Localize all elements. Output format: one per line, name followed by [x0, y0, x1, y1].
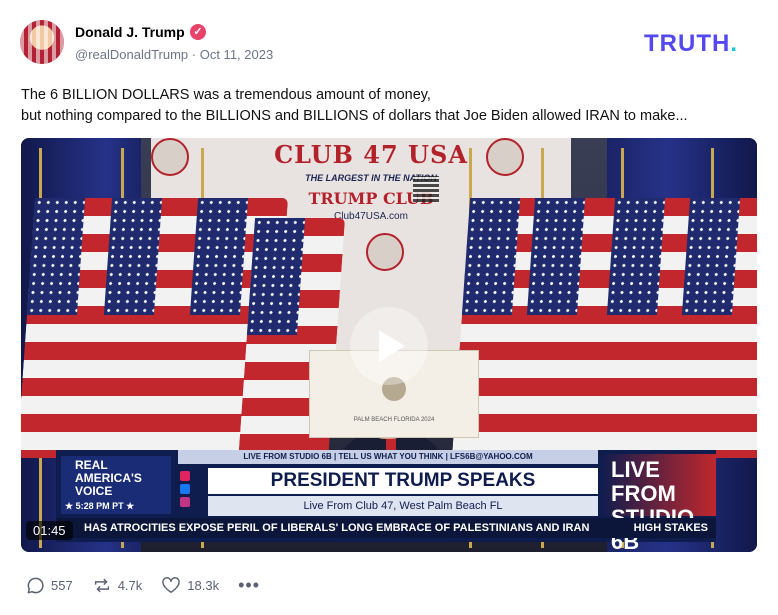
post-text: The 6 BILLION DOLLARS was a tremendous a… [21, 85, 688, 127]
post-text-line: The 6 BILLION DOLLARS was a tremendous a… [21, 87, 431, 103]
banner-subtitle: THE LARGEST IN THE NATION [305, 173, 437, 183]
american-flag [236, 218, 346, 478]
play-button[interactable] [350, 307, 428, 385]
truth-logo[interactable]: TRUTH. [644, 30, 738, 58]
post-actions: 557 4.7k 18.3k ••• [26, 575, 279, 595]
seal-image [151, 138, 189, 176]
social-icon [180, 471, 190, 481]
more-options-icon[interactable]: ••• [238, 576, 260, 594]
retruth-icon [94, 578, 109, 592]
studio-box: LIVE FROM STUDIO 6B [601, 454, 716, 552]
logo-text: TRUTH [644, 30, 731, 57]
chyron-headline: PRESIDENT TRUMP SPEAKS [208, 468, 598, 494]
ticker-tag: HIGH STAKES [633, 522, 708, 534]
instagram-icon [180, 497, 190, 507]
reply-button[interactable]: 557 [26, 576, 73, 595]
author-name[interactable]: Donald J. Trump [75, 24, 185, 40]
post-text-line: but nothing compared to the BILLIONS and… [21, 108, 688, 124]
qr-code-icon [413, 176, 439, 202]
author-handle[interactable]: @realDonaldTrump [75, 47, 188, 62]
podium-caption: PALM BEACH FLORIDA 2024 [353, 417, 435, 423]
news-chyron: REAL AMERICA'S VOICE ★ 5:28 PM PT ★ LIVE… [56, 450, 716, 552]
banner-title: CLUB 47 USA [274, 140, 468, 169]
verified-badge-icon: ✓ [190, 24, 206, 40]
like-button[interactable]: 18.3k [161, 576, 219, 594]
logo-dot: . [730, 30, 738, 57]
chyron-subline: Live From Club 47, West Palm Beach FL [208, 496, 598, 516]
post-date[interactable]: Oct 11, 2023 [200, 47, 273, 62]
retruth-count: 4.7k [117, 577, 143, 593]
heart-icon [162, 577, 181, 593]
meta-separator: · [188, 47, 200, 62]
network-box: REAL AMERICA'S VOICE ★ 5:28 PM PT ★ [61, 456, 171, 514]
video-duration: 01:45 [26, 521, 73, 540]
play-icon [379, 330, 405, 362]
avatar[interactable] [20, 20, 64, 64]
ticker-text: HAS ATROCITIES EXPOSE PERIL OF LIBERALS'… [84, 522, 590, 534]
like-count: 18.3k [187, 577, 220, 593]
chyron-top: LIVE FROM STUDIO 6B | TELL US WHAT YOU T… [178, 450, 598, 464]
social-icons [180, 468, 208, 516]
retruth-button[interactable]: 4.7k [92, 576, 143, 595]
seal-image [366, 233, 404, 271]
video-player[interactable]: CLUB 47 USA THE LARGEST IN THE NATION TR… [21, 138, 757, 552]
reply-icon [27, 577, 44, 593]
network-name: REAL AMERICA'S VOICE [75, 458, 142, 498]
author-handle-date: @realDonaldTrump · Oct 11, 2023 [75, 47, 273, 62]
news-ticker: HAS ATROCITIES EXPOSE PERIL OF LIBERALS'… [56, 518, 716, 538]
facebook-icon [180, 484, 190, 494]
studio-line: LIVE FROM [611, 457, 676, 506]
reply-count: 557 [51, 577, 73, 593]
broadcast-time: ★ 5:28 PM PT ★ [65, 501, 135, 511]
